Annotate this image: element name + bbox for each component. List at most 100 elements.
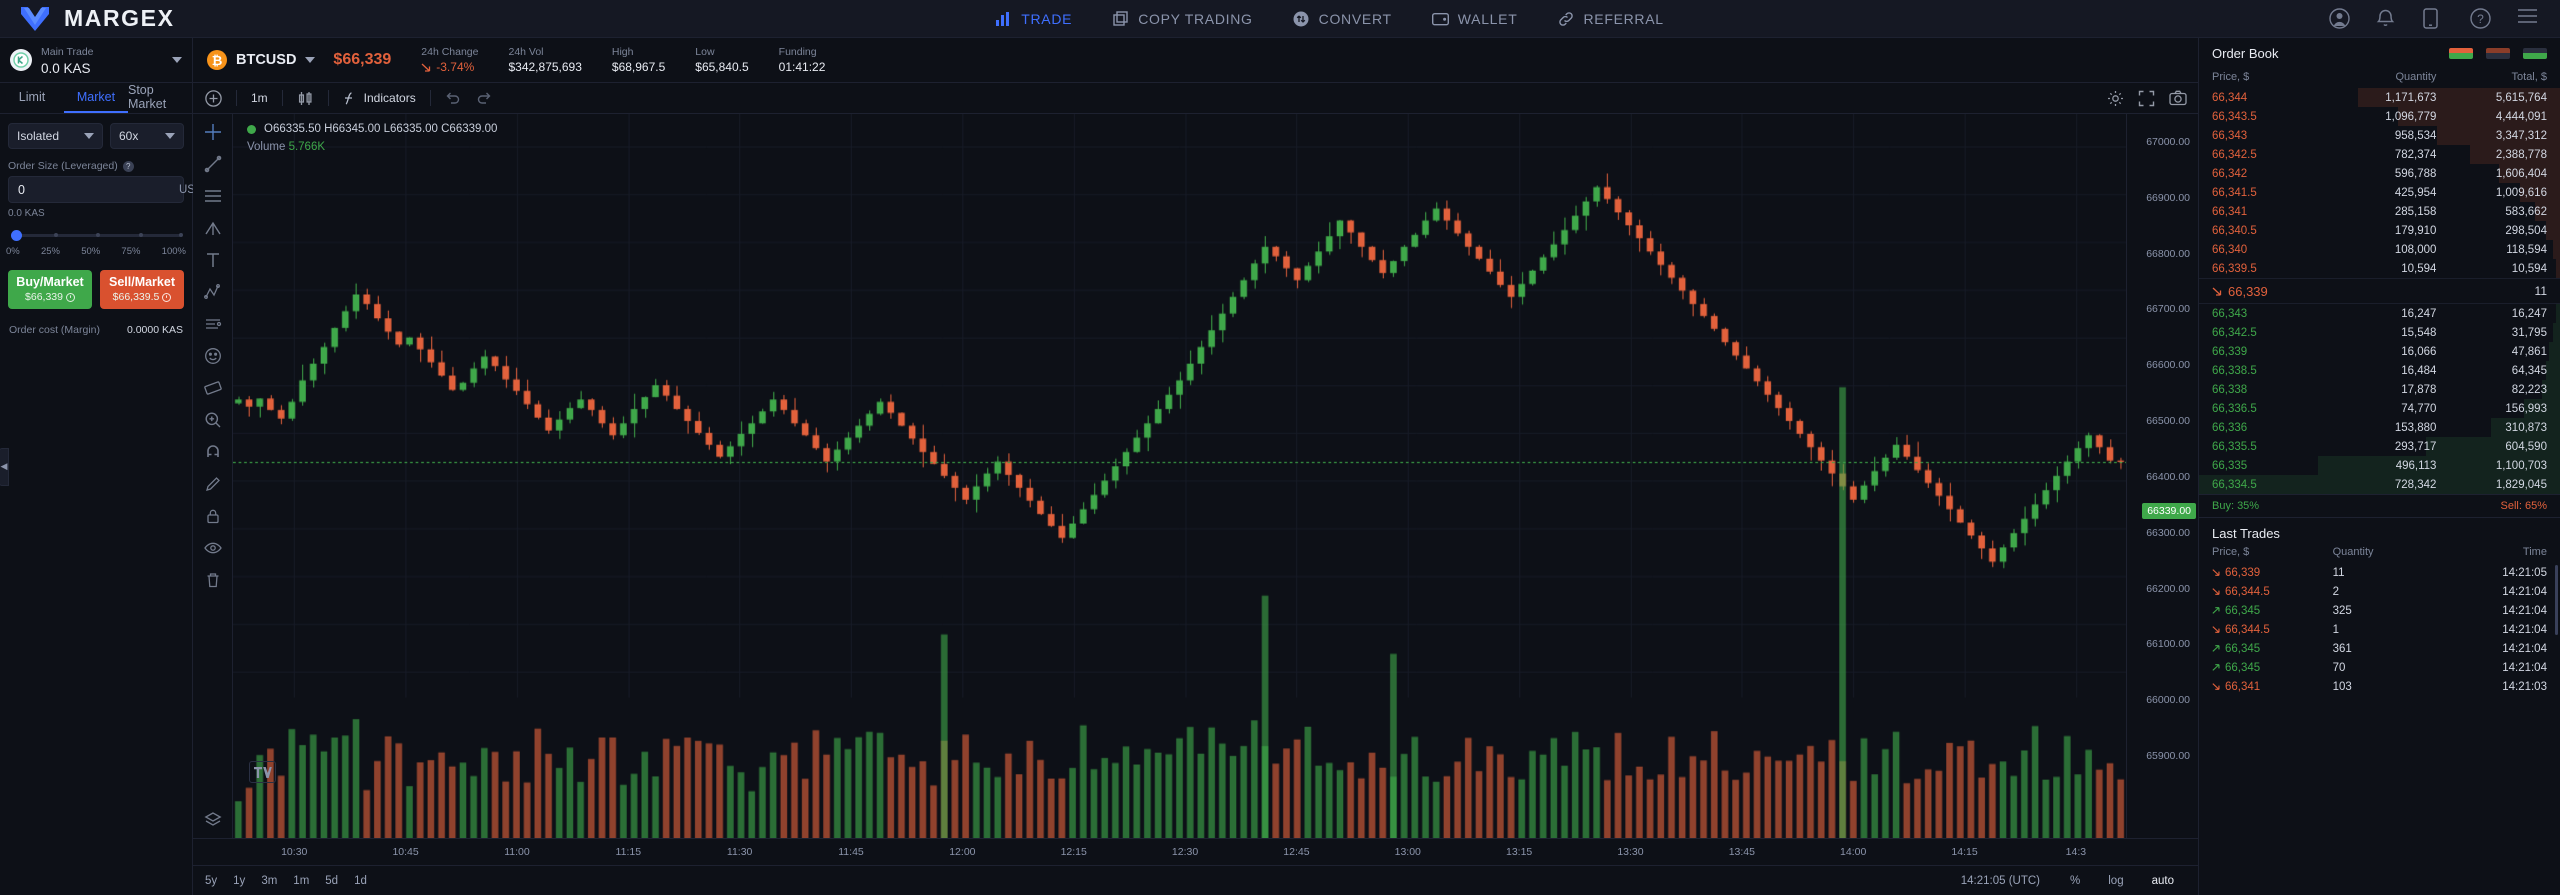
slider-knob[interactable]: [11, 230, 22, 241]
trash-icon[interactable]: [204, 571, 222, 589]
order-book-row[interactable]: 66,340 108,000 118,594: [2199, 240, 2560, 259]
pattern-icon[interactable]: [203, 283, 222, 301]
zoom-icon[interactable]: [204, 411, 222, 429]
order-book-row[interactable]: 66,335.5 293,717 604,590: [2199, 437, 2560, 456]
order-book-row[interactable]: 66,334.5 728,342 1,829,045: [2199, 475, 2560, 494]
size-percent-slider[interactable]: [11, 230, 184, 241]
order-book-row[interactable]: 66,341.5 425,954 1,009,616: [2199, 183, 2560, 202]
eye-icon[interactable]: [203, 539, 222, 557]
symbol-selector[interactable]: ₿ BTCUSD: [207, 50, 333, 70]
pitchfork-icon[interactable]: [204, 219, 222, 237]
order-book-row[interactable]: 66,338.5 16,484 64,345: [2199, 361, 2560, 380]
chevron-down-icon[interactable]: [172, 57, 182, 63]
last-trade-row[interactable]: 66,339 11 14:21:05: [2199, 563, 2560, 582]
magnet-icon[interactable]: [204, 443, 222, 461]
range-1d[interactable]: 1d: [354, 875, 367, 887]
order-book-row[interactable]: 66,342.5 782,374 2,388,778: [2199, 145, 2560, 164]
sell-market-button[interactable]: Sell/Market $66,339.5: [100, 270, 184, 309]
order-book-row[interactable]: 66,336 153,880 310,873: [2199, 418, 2560, 437]
chevron-down-icon[interactable]: [305, 57, 316, 63]
order-book-row[interactable]: 66,335 496,113 1,100,703: [2199, 456, 2560, 475]
emoji-icon[interactable]: [204, 347, 222, 365]
last-trades-rows[interactable]: 66,339 11 14:21:05 66,344.5 2 14:21:04 66,345 3…: [2199, 563, 2560, 696]
tab-limit[interactable]: Limit: [0, 83, 64, 113]
trend-line-icon[interactable]: [204, 155, 222, 173]
time-axis[interactable]: 10:30 10:45 11:00 11:15 11:30 11:45 12:00 12:15…: [193, 838, 2198, 865]
nav-item-referral[interactable]: REFERRAL: [1557, 10, 1663, 27]
slider-label-100[interactable]: 100%: [162, 246, 186, 257]
last-trade-row[interactable]: 66,344.5 1 14:21:04: [2199, 620, 2560, 639]
candlestick-icon[interactable]: [297, 90, 314, 107]
text-tool-icon[interactable]: [204, 251, 222, 269]
candlestick-canvas[interactable]: [233, 114, 2126, 838]
scale-percent[interactable]: %: [2070, 875, 2092, 887]
menu-icon[interactable]: [2517, 8, 2538, 29]
orderbook-view-bids-icon[interactable]: [2523, 47, 2547, 59]
layers-icon[interactable]: [203, 811, 222, 829]
order-book-row[interactable]: 66,342.5 15,548 31,795: [2199, 323, 2560, 342]
ruler-icon[interactable]: [203, 379, 222, 397]
order-size-field[interactable]: USD: [8, 176, 203, 203]
range-5d[interactable]: 5d: [325, 875, 338, 887]
mobile-icon[interactable]: [2423, 8, 2444, 29]
account-selector[interactable]: Main Trade 0.0 KAS: [0, 38, 192, 83]
tradingview-logo-icon[interactable]: [249, 761, 276, 783]
order-book-row[interactable]: 66,340.5 179,910 298,504: [2199, 221, 2560, 240]
slider-label-75[interactable]: 75%: [121, 246, 140, 257]
timeframe-selector[interactable]: 1m: [251, 91, 268, 105]
range-1y[interactable]: 1y: [233, 875, 245, 887]
bell-icon[interactable]: [2376, 8, 2397, 29]
forecast-icon[interactable]: [204, 315, 222, 333]
order-book-row[interactable]: 66,343 958,534 3,347,312: [2199, 126, 2560, 145]
camera-icon[interactable]: [2169, 90, 2187, 107]
last-trades-scrollbar[interactable]: [2555, 565, 2558, 635]
indicators-button[interactable]: Indicators: [343, 91, 416, 106]
redo-icon[interactable]: [476, 90, 493, 107]
nav-item-copy-trading[interactable]: COPY TRADING: [1112, 10, 1252, 27]
price-axis[interactable]: 67000.00 66900.00 66800.00 66700.00 66600.00…: [2126, 114, 2198, 838]
tab-stop-market[interactable]: Stop Market: [128, 83, 192, 113]
last-trade-row[interactable]: 66,345 325 14:21:04: [2199, 601, 2560, 620]
horizontal-lines-icon[interactable]: [204, 187, 222, 205]
order-book-row[interactable]: 66,341 285,158 583,662: [2199, 202, 2560, 221]
leverage-select[interactable]: 60x: [110, 123, 184, 149]
last-trade-row[interactable]: 66,344.5 2 14:21:04: [2199, 582, 2560, 601]
order-book-row[interactable]: 66,339.5 10,594 10,594: [2199, 259, 2560, 278]
add-indicator-icon[interactable]: [205, 89, 222, 107]
brand[interactable]: MARGEX: [0, 5, 330, 32]
scale-auto[interactable]: auto: [2152, 875, 2186, 887]
order-book-bids[interactable]: 66,343 16,247 16,247 66,342.5 15,548 31,795 66…: [2199, 304, 2560, 494]
range-3m[interactable]: 3m: [261, 875, 277, 887]
slider-label-25[interactable]: 25%: [41, 246, 60, 257]
help-icon[interactable]: ?: [122, 160, 134, 172]
last-trade-row[interactable]: 66,345 70 14:21:04: [2199, 658, 2560, 677]
orderbook-view-both-icon[interactable]: [2449, 47, 2473, 59]
lock-icon[interactable]: [204, 507, 222, 525]
tab-market[interactable]: Market: [64, 83, 128, 113]
order-book-row[interactable]: 66,342 596,788 1,606,404: [2199, 164, 2560, 183]
order-size-input[interactable]: [18, 182, 179, 197]
pencil-icon[interactable]: [204, 475, 222, 493]
help-icon[interactable]: ?: [2470, 8, 2491, 29]
order-book-row[interactable]: 66,338 17,878 82,223: [2199, 380, 2560, 399]
undo-icon[interactable]: [445, 90, 462, 107]
nav-item-trade[interactable]: TRADE: [995, 10, 1072, 27]
range-5y[interactable]: 5y: [205, 875, 217, 887]
user-icon[interactable]: [2329, 8, 2350, 29]
slider-label-0[interactable]: 0%: [6, 246, 20, 257]
last-trade-row[interactable]: 66,345 361 14:21:04: [2199, 639, 2560, 658]
nav-item-wallet[interactable]: WALLET: [1431, 10, 1518, 27]
nav-item-convert[interactable]: CONVERT: [1293, 10, 1392, 27]
slider-label-50[interactable]: 50%: [81, 246, 100, 257]
collapse-panel-handle[interactable]: ◀: [0, 447, 9, 486]
price-plot[interactable]: O66335.50 H66345.00 L66335.00 C66339.00 …: [233, 114, 2126, 838]
order-book-row[interactable]: 66,336.5 74,770 156,993: [2199, 399, 2560, 418]
margin-mode-select[interactable]: Isolated: [8, 123, 103, 149]
range-1m[interactable]: 1m: [293, 875, 309, 887]
order-book-row[interactable]: 66,343.5 1,096,779 4,444,091: [2199, 107, 2560, 126]
order-book-asks[interactable]: 66,344 1,171,673 5,615,764 66,343.5 1,096,77…: [2199, 88, 2560, 278]
last-trade-row[interactable]: 66,341 103 14:21:03: [2199, 677, 2560, 696]
fullscreen-icon[interactable]: [2138, 90, 2155, 107]
order-book-row[interactable]: 66,343 16,247 16,247: [2199, 304, 2560, 323]
buy-market-button[interactable]: Buy/Market $66,339: [8, 270, 92, 309]
